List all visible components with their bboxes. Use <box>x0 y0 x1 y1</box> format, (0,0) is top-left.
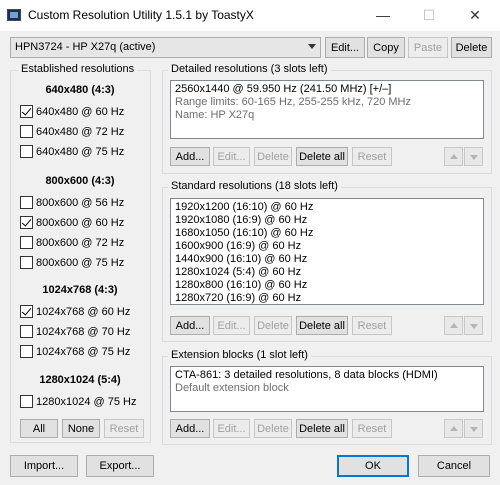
detailed-add-button[interactable]: Add... <box>170 147 210 166</box>
detailed-reset-button[interactable]: Reset <box>352 147 392 166</box>
section-heading: 800x600 (4:3) <box>45 175 115 187</box>
list-item[interactable]: 1920x1080 (16:9) @ 60 Hz <box>175 214 479 227</box>
checkbox[interactable] <box>20 125 33 138</box>
import-button[interactable]: Import... <box>10 455 78 477</box>
resolution-checkbox-row[interactable]: 640x480 @ 60 Hz <box>20 105 124 118</box>
standard-resolutions-title: Standard resolutions (18 slots left) <box>168 180 341 193</box>
extension-blocks-list[interactable]: CTA-861: 3 detailed resolutions, 8 data … <box>170 366 484 412</box>
reset-established-button[interactable]: Reset <box>104 419 144 438</box>
all-button[interactable]: All <box>20 419 58 438</box>
checkbox[interactable] <box>20 325 33 338</box>
checkbox-label: 640x480 @ 60 Hz <box>36 105 125 118</box>
list-item[interactable]: 2560x1440 @ 59.950 Hz (241.50 MHz) [+/–] <box>175 83 479 96</box>
paste-monitor-button[interactable]: Paste <box>408 37 448 58</box>
checkbox[interactable] <box>20 196 33 209</box>
list-item[interactable]: 1280x720 (16:9) @ 60 Hz <box>175 292 479 305</box>
minimize-button[interactable]: — <box>360 0 406 30</box>
resolution-checkbox-row[interactable]: 1024x768 @ 60 Hz <box>20 305 130 318</box>
established-resolutions-title: Established resolutions <box>18 63 138 76</box>
checkbox-label: 640x480 @ 72 Hz <box>36 125 125 138</box>
list-item[interactable]: 1920x1200 (16:10) @ 60 Hz <box>175 201 479 214</box>
detailed-move-up-icon[interactable] <box>444 147 463 166</box>
checkbox[interactable] <box>20 105 33 118</box>
extension-add-button[interactable]: Add... <box>170 419 210 438</box>
resolution-checkbox-row[interactable]: 800x600 @ 56 Hz <box>20 196 124 209</box>
checkbox-label: 1024x768 @ 75 Hz <box>36 345 131 358</box>
window-title: Custom Resolution Utility 1.5.1 by Toast… <box>28 8 254 22</box>
resolution-checkbox-row[interactable]: 640x480 @ 75 Hz <box>20 145 124 158</box>
detailed-delete-button[interactable]: Delete <box>254 147 292 166</box>
checkbox-label: 1024x768 @ 70 Hz <box>36 325 131 338</box>
checkbox-label: 800x600 @ 60 Hz <box>36 216 125 229</box>
section-heading: 1024x768 (4:3) <box>42 284 118 296</box>
list-item[interactable]: 1280x800 (16:10) @ 60 Hz <box>175 279 479 292</box>
standard-add-button[interactable]: Add... <box>170 316 210 335</box>
list-item[interactable]: 1680x1050 (16:10) @ 60 Hz <box>175 227 479 240</box>
app-icon <box>7 9 21 21</box>
standard-delete-button[interactable]: Delete <box>254 316 292 335</box>
list-item[interactable]: Range limits: 60-165 Hz, 255-255 kHz, 72… <box>175 96 479 109</box>
section-heading: 1280x1024 (5:4) <box>39 374 121 386</box>
checkbox[interactable] <box>20 305 33 318</box>
resolution-checkbox-row[interactable]: 800x600 @ 72 Hz <box>20 236 124 249</box>
resolution-checkbox-row[interactable]: 800x600 @ 60 Hz <box>20 216 124 229</box>
extension-delete-button[interactable]: Delete <box>254 419 292 438</box>
monitor-select[interactable]: HPN3724 - HP X27q (active) <box>10 37 321 58</box>
detailed-edit-button[interactable]: Edit... <box>213 147 250 166</box>
checkbox[interactable] <box>20 145 33 158</box>
checkbox[interactable] <box>20 236 33 249</box>
copy-monitor-button[interactable]: Copy <box>367 37 405 58</box>
checkbox-label: 800x600 @ 75 Hz <box>36 256 125 269</box>
list-item[interactable]: 1280x1024 (5:4) @ 60 Hz <box>175 266 479 279</box>
chevron-down-icon <box>308 44 316 49</box>
detailed-delete-all-button[interactable]: Delete all <box>296 147 348 166</box>
list-item[interactable]: Name: HP X27q <box>175 109 479 122</box>
checkbox[interactable] <box>20 216 33 229</box>
checkbox-label: 800x600 @ 72 Hz <box>36 236 125 249</box>
list-item[interactable]: Default extension block <box>175 382 479 395</box>
checkbox[interactable] <box>20 395 33 408</box>
checkbox-label: 800x600 @ 56 Hz <box>36 196 125 209</box>
extension-delete-all-button[interactable]: Delete all <box>296 419 348 438</box>
list-item[interactable]: CTA-861: 3 detailed resolutions, 8 data … <box>175 369 479 382</box>
standard-move-down-icon[interactable] <box>464 316 483 335</box>
standard-reset-button[interactable]: Reset <box>352 316 392 335</box>
detailed-resolutions-title: Detailed resolutions (3 slots left) <box>168 63 331 76</box>
checkbox-label: 640x480 @ 75 Hz <box>36 145 125 158</box>
detailed-move-down-icon[interactable] <box>464 147 483 166</box>
none-button[interactable]: None <box>62 419 100 438</box>
extension-move-up-icon[interactable] <box>444 419 463 438</box>
resolution-checkbox-row[interactable]: 1280x1024 @ 75 Hz <box>20 395 136 408</box>
ok-button[interactable]: OK <box>337 455 409 477</box>
resolution-checkbox-row[interactable]: 800x600 @ 75 Hz <box>20 256 124 269</box>
extension-blocks-title: Extension blocks (1 slot left) <box>168 349 311 362</box>
delete-monitor-button[interactable]: Delete <box>451 37 492 58</box>
standard-resolutions-list[interactable]: 1920x1200 (16:10) @ 60 Hz 1920x1080 (16:9… <box>170 198 484 305</box>
checkbox[interactable] <box>20 345 33 358</box>
section-heading: 640x480 (4:3) <box>45 84 115 96</box>
monitor-select-value: HPN3724 - HP X27q (active) <box>15 41 156 53</box>
extension-reset-button[interactable]: Reset <box>352 419 392 438</box>
close-button[interactable]: ✕ <box>452 0 498 30</box>
maximize-button[interactable]: ☐ <box>406 0 452 30</box>
edit-monitor-button[interactable]: Edit... <box>325 37 365 58</box>
checkbox-label: 1280x1024 @ 75 Hz <box>36 395 137 408</box>
cancel-button[interactable]: Cancel <box>418 455 490 477</box>
resolution-checkbox-row[interactable]: 640x480 @ 72 Hz <box>20 125 124 138</box>
detailed-resolutions-list[interactable]: 2560x1440 @ 59.950 Hz (241.50 MHz) [+/–]… <box>170 80 484 139</box>
extension-edit-button[interactable]: Edit... <box>213 419 250 438</box>
resolution-checkbox-row[interactable]: 1024x768 @ 70 Hz <box>20 325 130 338</box>
standard-move-up-icon[interactable] <box>444 316 463 335</box>
export-button[interactable]: Export... <box>86 455 154 477</box>
extension-move-down-icon[interactable] <box>464 419 483 438</box>
standard-delete-all-button[interactable]: Delete all <box>296 316 348 335</box>
checkbox-label: 1024x768 @ 60 Hz <box>36 305 131 318</box>
list-item[interactable]: 1440x900 (16:10) @ 60 Hz <box>175 253 479 266</box>
checkbox[interactable] <box>20 256 33 269</box>
list-item[interactable]: 1600x900 (16:9) @ 60 Hz <box>175 240 479 253</box>
resolution-checkbox-row[interactable]: 1024x768 @ 75 Hz <box>20 345 130 358</box>
standard-edit-button[interactable]: Edit... <box>213 316 250 335</box>
